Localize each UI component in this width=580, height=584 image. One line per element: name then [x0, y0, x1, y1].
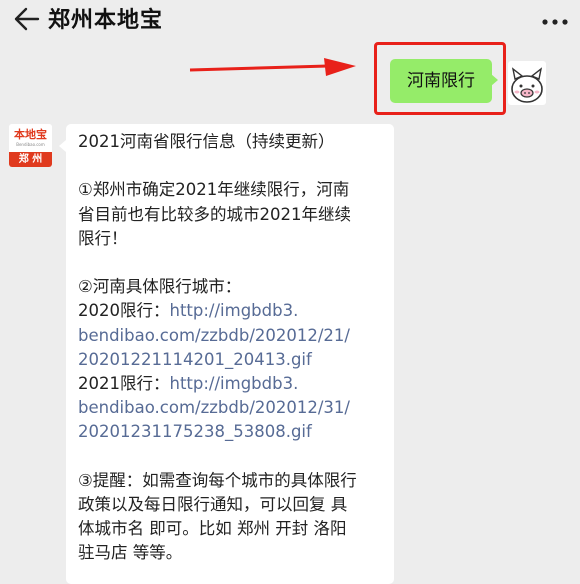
- more-dots-icon[interactable]: [540, 16, 570, 28]
- message-title: 2021河南省限行信息（持续更新）: [78, 132, 335, 151]
- top-bar: 郑州本地宝: [0, 0, 580, 42]
- limit-2020-link[interactable]: 20201221114201_20413.gif: [78, 348, 384, 372]
- message-line: 体城市名 即可。比如 郑州 开封 洛阳: [78, 519, 347, 539]
- limit-2021-link[interactable]: bendibao.com/zzbdb/202012/31/: [78, 396, 384, 420]
- message-line: ②河南具体限行城市：: [78, 277, 242, 297]
- message-line: 2020限行：http://imgbdb3.: [78, 299, 384, 323]
- message-line: ①郑州市确定2021年继续限行，河南: [78, 180, 350, 200]
- link-label: 2021限行：: [78, 374, 170, 393]
- back-arrow-icon[interactable]: [12, 6, 40, 32]
- link-label: 2020限行：: [78, 301, 170, 321]
- chat-title: 郑州本地宝: [48, 8, 164, 33]
- user-avatar[interactable]: [508, 61, 546, 105]
- received-bubble-tail: [59, 140, 66, 152]
- limit-2020-link[interactable]: bendibao.com/zzbdb/202012/21/: [78, 324, 384, 348]
- logo-city-label: 郑 州: [9, 152, 52, 167]
- message-line: 2021限行：http://imgbdb3.: [78, 372, 384, 396]
- limit-2021-link[interactable]: 20201231175238_53808.gif: [78, 420, 384, 444]
- sent-bubble-tail: [491, 74, 498, 86]
- logo-subtext: Bendibao.com: [16, 142, 45, 147]
- message-line: 政策以及每日限行通知，可以回复 具: [78, 495, 348, 514]
- bendibao-logo: 本地宝 Bendibao.com: [9, 124, 52, 152]
- message-line: ③提醒：如需查询每个城市的具体限行: [78, 470, 357, 490]
- logo-text: 本地宝: [14, 128, 47, 141]
- message-line: 驻马店 等等。: [78, 543, 183, 563]
- limit-2021-link[interactable]: http://imgbdb3.: [170, 374, 299, 393]
- limit-2020-link[interactable]: http://imgbdb3.: [170, 301, 299, 320]
- red-arrow-icon: [189, 58, 356, 76]
- message-line: 省目前也有比较多的城市2021年继续: [78, 204, 351, 224]
- message-line: 限行！: [78, 228, 128, 248]
- received-message-bubble: 2021河南省限行信息（持续更新） ①郑州市确定2021年继续限行，河南 省目前…: [66, 124, 394, 584]
- pig-avatar-icon: [511, 67, 543, 103]
- bot-avatar[interactable]: 本地宝 Bendibao.com 郑 州: [9, 124, 52, 167]
- sent-message-bubble[interactable]: 河南限行: [390, 59, 492, 103]
